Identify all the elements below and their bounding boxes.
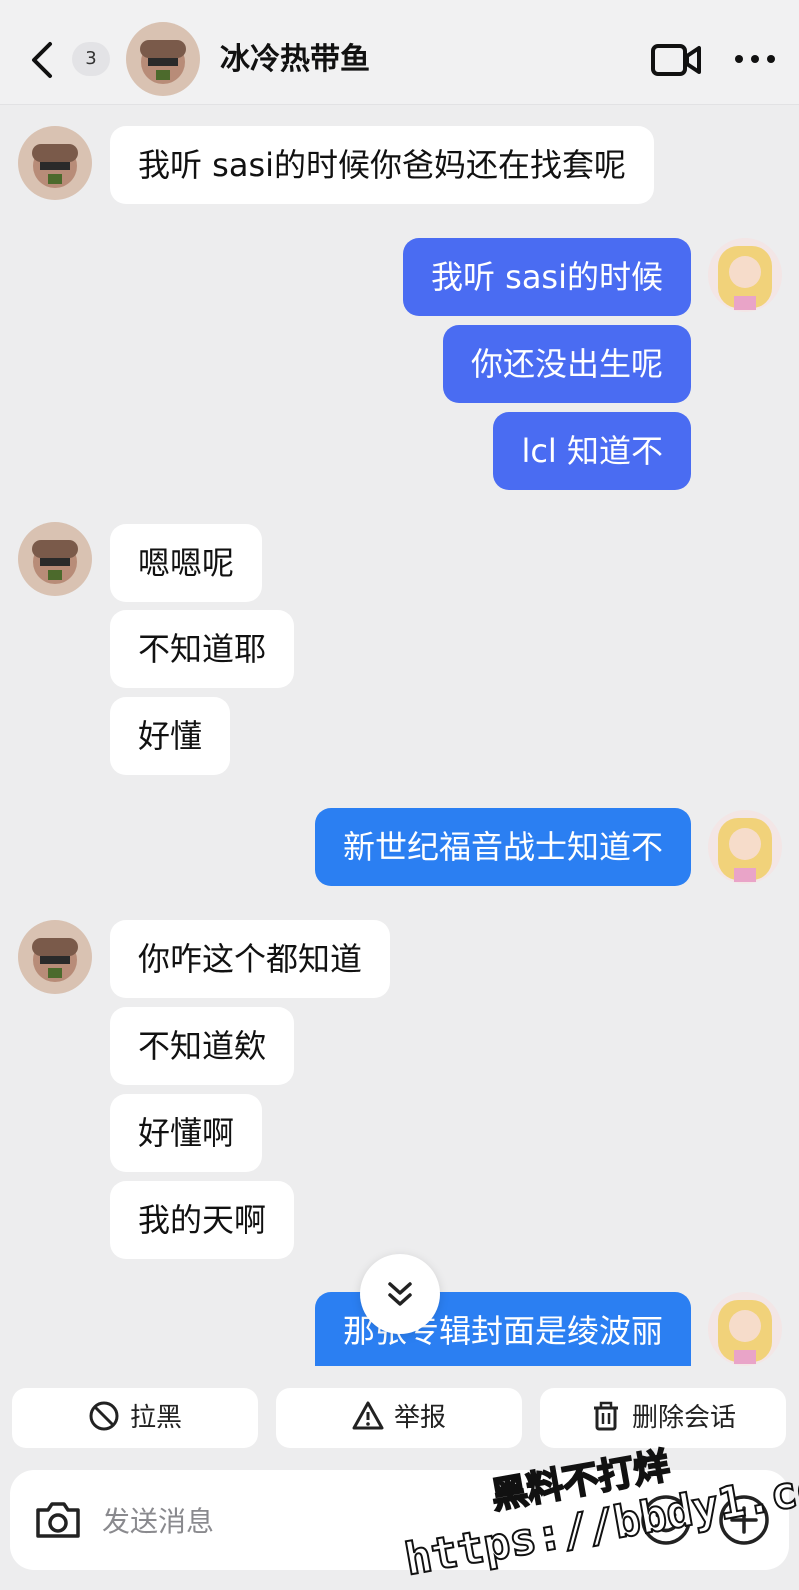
scroll-to-bottom-button[interactable] [360, 1254, 440, 1334]
contact-avatar[interactable] [18, 522, 92, 596]
block-button[interactable]: 拉黑 [12, 1388, 258, 1448]
contact-name[interactable]: 冰冷热带鱼 [220, 38, 370, 82]
my-avatar[interactable] [708, 1292, 782, 1366]
report-label: 举报 [393, 1403, 446, 1433]
contact-avatar[interactable] [18, 126, 92, 200]
message-bubble-incoming[interactable]: 你咋这个都知道 [110, 920, 391, 998]
block-label: 拉黑 [129, 1403, 182, 1433]
contact-avatar[interactable] [126, 22, 200, 96]
message-input[interactable] [100, 1494, 404, 1548]
contact-avatar[interactable] [18, 920, 92, 994]
delete-conversation-label: 删除会话 [631, 1403, 736, 1433]
back-icon[interactable] [24, 38, 60, 82]
more-icon[interactable] [733, 50, 777, 68]
chat-header: 3 冰冷热带鱼 [0, 0, 799, 105]
block-icon [89, 1401, 119, 1431]
message-bubble-outgoing[interactable]: 新世纪福音战士知道不 [314, 808, 691, 886]
camera-icon[interactable] [32, 1494, 84, 1546]
chevron-double-down-icon [388, 1282, 412, 1306]
report-button[interactable]: 举报 [276, 1388, 522, 1448]
unread-count-badge: 3 [72, 42, 110, 76]
video-call-icon[interactable] [650, 40, 702, 80]
message-bubble-incoming[interactable]: 我听 sasi的时候你爸妈还在找套呢 [110, 126, 655, 204]
my-avatar[interactable] [708, 810, 782, 884]
message-bubble-outgoing[interactable]: 我听 sasi的时候 [402, 238, 691, 316]
message-bubble-outgoing[interactable]: lcl 知道不 [493, 412, 691, 490]
trash-icon [593, 1401, 618, 1431]
message-bubble-incoming[interactable]: 嗯嗯呢 [110, 524, 263, 602]
warning-icon [352, 1401, 384, 1430]
message-bubble-incoming[interactable]: 好懂 [110, 697, 231, 775]
message-bubble-incoming[interactable]: 好懂啊 [110, 1094, 263, 1172]
message-bubble-incoming[interactable]: 不知道欸 [110, 1007, 295, 1085]
message-bubble-incoming[interactable]: 不知道耶 [110, 610, 295, 688]
message-bubble-outgoing[interactable]: 你还没出生呢 [442, 325, 691, 403]
message-bubble-incoming[interactable]: 我的天啊 [110, 1181, 295, 1259]
my-avatar[interactable] [708, 238, 782, 312]
